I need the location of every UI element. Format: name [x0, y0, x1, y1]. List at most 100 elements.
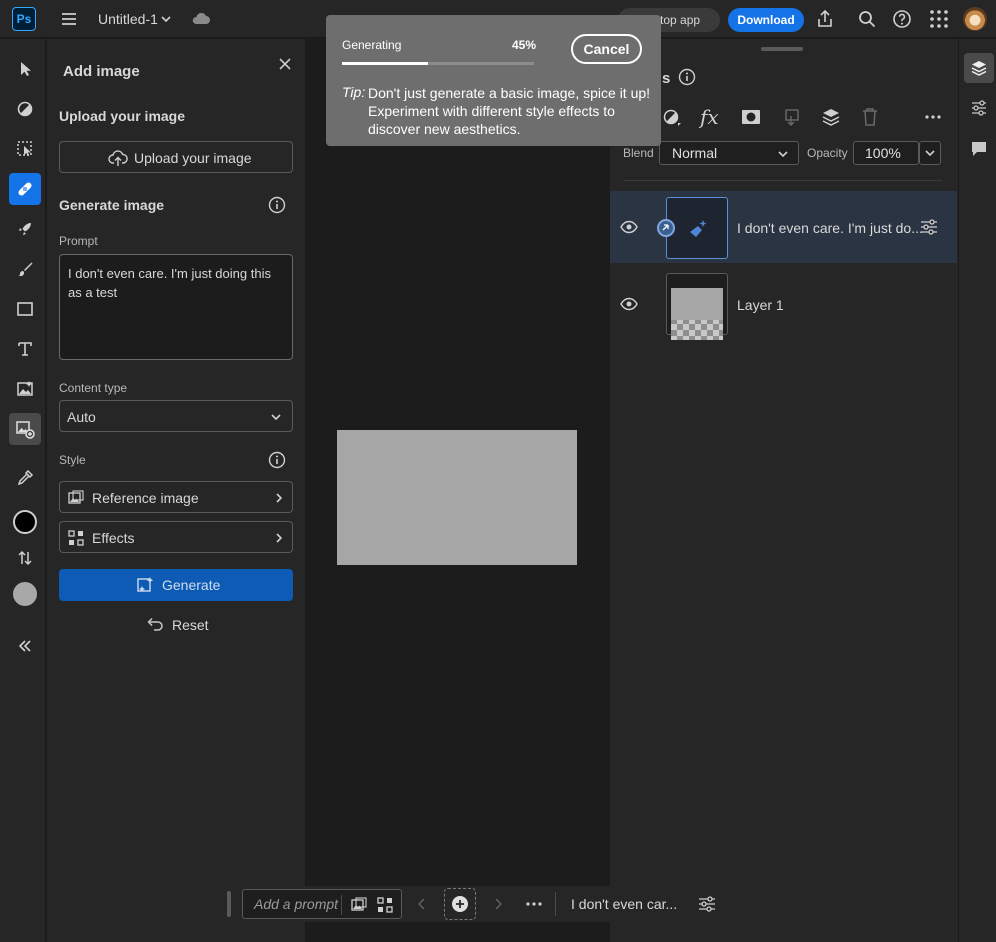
download-button[interactable]: Download: [728, 8, 804, 32]
prompt-textarea[interactable]: I don't even care. I'm just doing this a…: [59, 254, 293, 360]
rectangle-tool-icon[interactable]: [9, 293, 41, 325]
layers-panel: [610, 39, 958, 942]
chevron-down-icon: [270, 411, 282, 423]
object-select-tool-icon[interactable]: [9, 133, 41, 165]
right-panel-strip: [958, 39, 996, 942]
help-icon[interactable]: [892, 9, 912, 29]
panel-title: Add image: [63, 63, 140, 80]
more-options-icon[interactable]: [525, 901, 543, 907]
add-prompt-input[interactable]: Add a prompt: [242, 889, 402, 919]
chevron-down-icon: [777, 148, 789, 160]
layer-thumbnail[interactable]: [666, 197, 728, 259]
tip-text: Don't just generate a basic image, spice…: [368, 85, 651, 137]
reference-image-icon: [67, 489, 85, 507]
document-title[interactable]: Untitled-1: [98, 11, 158, 27]
add-image-tool-icon[interactable]: [9, 413, 41, 445]
layers-panel-button[interactable]: [964, 53, 994, 83]
layer-thumbnail[interactable]: [666, 273, 728, 340]
opacity-dropdown[interactable]: [919, 141, 941, 165]
canvas-image[interactable]: [337, 430, 577, 565]
chevron-right-icon[interactable]: [492, 897, 504, 911]
upload-heading: Upload your image: [59, 108, 186, 124]
cloud-icon[interactable]: [191, 11, 211, 25]
layer-preview-fill: [671, 288, 723, 320]
divider: [624, 180, 942, 181]
opacity-input[interactable]: 100%: [853, 141, 919, 165]
photoshop-logo: Ps: [12, 7, 36, 31]
visibility-eye-icon[interactable]: [620, 297, 638, 311]
cancel-button[interactable]: Cancel: [571, 34, 642, 64]
layers-icon: [970, 59, 988, 77]
cloud-upload-icon: [108, 149, 128, 167]
layer-name[interactable]: I don't even care. I'm just do...: [737, 220, 923, 236]
layer-properties-icon[interactable]: [919, 218, 939, 236]
properties-icon[interactable]: [970, 99, 988, 117]
visibility-eye-icon[interactable]: [620, 220, 638, 234]
transparency-checkerboard: [671, 288, 723, 340]
chevron-right-icon: [273, 492, 285, 504]
info-icon[interactable]: [268, 196, 286, 214]
chevron-down-icon: [924, 147, 936, 159]
swap-colors-icon[interactable]: [9, 542, 41, 574]
taskbar-layer-name[interactable]: I don't even car...: [571, 896, 677, 912]
brush-tool-icon[interactable]: [9, 253, 41, 285]
layers-title: s: [662, 70, 671, 87]
chevron-down-icon[interactable]: [160, 13, 172, 25]
search-icon[interactable]: [857, 9, 877, 29]
generate-heading: Generate image: [59, 197, 165, 213]
type-tool-icon[interactable]: [9, 333, 41, 365]
prompt-label: Prompt: [59, 234, 98, 248]
close-icon[interactable]: [277, 56, 293, 72]
adjustment-layer-icon[interactable]: [662, 107, 682, 127]
taskbar-drag-handle[interactable]: [227, 891, 231, 917]
layer-sync-badge: [657, 219, 675, 237]
reset-icon[interactable]: [146, 616, 164, 632]
upload-image-button[interactable]: Upload your image: [59, 141, 293, 173]
generate-button[interactable]: Generate: [59, 569, 293, 601]
eyedropper-tool-icon[interactable]: [9, 462, 41, 494]
quick-actions-icon[interactable]: [9, 213, 41, 245]
add-variation-button[interactable]: [444, 888, 476, 920]
mask-icon[interactable]: [741, 108, 761, 126]
select-tool-icon[interactable]: [9, 53, 41, 85]
layer-name[interactable]: Layer 1: [737, 297, 784, 313]
collapse-panel-icon[interactable]: [9, 630, 41, 662]
effects-icon: [67, 529, 85, 547]
content-type-label: Content type: [59, 381, 128, 395]
chevron-left-icon[interactable]: [416, 897, 428, 911]
more-options-icon[interactable]: [924, 114, 942, 120]
delete-layer-icon[interactable]: [861, 107, 879, 127]
effects-button[interactable]: Effects: [59, 521, 293, 553]
stack-layers-icon[interactable]: [821, 107, 841, 127]
adjustment-tool-icon[interactable]: [9, 93, 41, 125]
apps-grid-icon[interactable]: [929, 9, 949, 29]
user-avatar[interactable]: [963, 7, 987, 31]
reference-image-icon[interactable]: [350, 896, 368, 914]
comments-icon[interactable]: [970, 140, 988, 158]
clip-layer-icon[interactable]: [781, 108, 801, 128]
effects-icon[interactable]: [376, 896, 394, 914]
share-icon[interactable]: [815, 9, 835, 29]
opacity-label: Opacity: [807, 146, 848, 160]
reset-button[interactable]: Reset: [172, 617, 209, 633]
blend-label: Blend: [623, 146, 654, 160]
healing-tool-icon[interactable]: [9, 173, 41, 205]
blend-mode-select[interactable]: Normal: [659, 141, 799, 165]
place-image-tool-icon[interactable]: [9, 373, 41, 405]
background-color-swatch[interactable]: [13, 582, 37, 606]
layers-info-icon[interactable]: [678, 68, 696, 86]
divider: [555, 892, 556, 916]
generate-sparkle-icon: [136, 576, 154, 594]
reference-image-button[interactable]: Reference image: [59, 481, 293, 513]
generative-layer-icon: [687, 218, 709, 240]
style-label: Style: [59, 453, 86, 467]
settings-sliders-icon[interactable]: [697, 895, 717, 913]
fx-effects-icon[interactable]: fx: [700, 105, 719, 129]
style-info-icon[interactable]: [268, 451, 286, 469]
divider: [341, 895, 342, 915]
tip-label: Tip:: [342, 84, 366, 100]
foreground-color-swatch[interactable]: [13, 510, 37, 534]
panel-drag-handle[interactable]: [761, 47, 803, 51]
content-type-select[interactable]: Auto: [59, 400, 293, 432]
menu-icon[interactable]: [60, 10, 78, 28]
